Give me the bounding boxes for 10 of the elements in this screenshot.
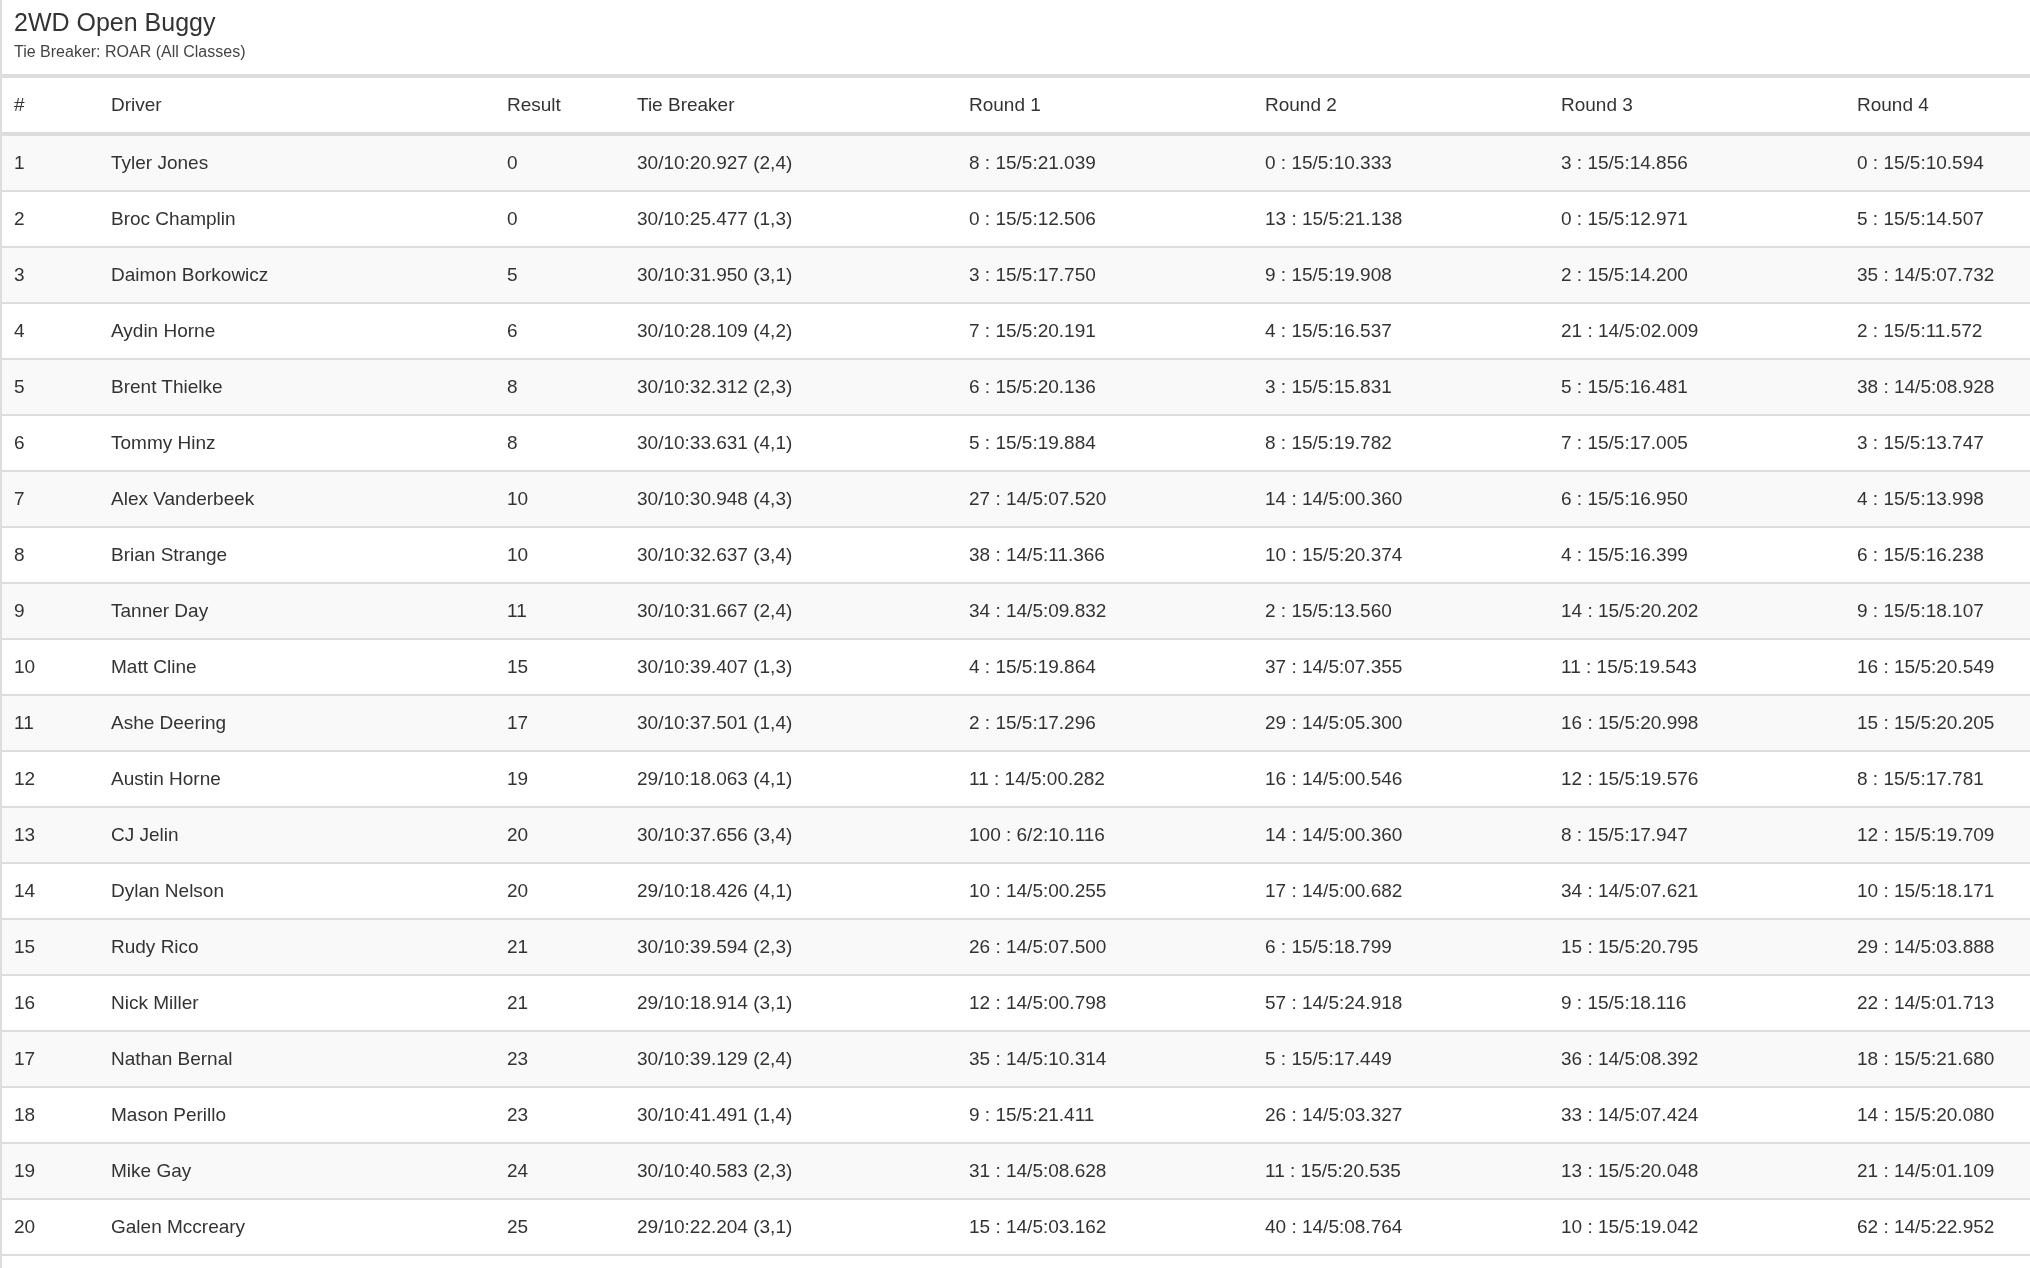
- position-cell: 20: [2, 1199, 99, 1255]
- page-title: 2WD Open Buggy: [14, 7, 217, 38]
- round-cell: 62 : 14/5:22.952: [1845, 1199, 2030, 1255]
- tie-breaker-cell: 29/10:22.204 (3,1): [625, 1199, 957, 1255]
- page-subtitle: Tie Breaker: ROAR (All Classes): [14, 42, 247, 62]
- round-cell: 15 : 14/5:03.162: [957, 1199, 1253, 1255]
- round-cell: 40 : 14/5:08.764: [1253, 1199, 1549, 1255]
- round-cell: 10 : 15/5:19.042: [1549, 1199, 1845, 1255]
- driver-cell: Galen Mccreary: [99, 1199, 495, 1255]
- result-cell: 25: [495, 1199, 625, 1255]
